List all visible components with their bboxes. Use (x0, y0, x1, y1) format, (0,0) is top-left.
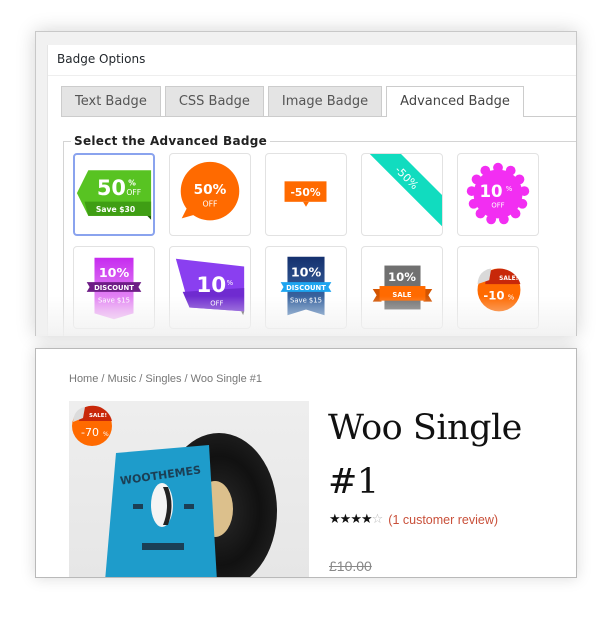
navy-discount-ribbon-badge-icon: 10% DISCOUNT Save $15 (280, 256, 332, 316)
tab-css-badge[interactable]: CSS Badge (164, 86, 264, 116)
badge-main-text: 10 (196, 273, 226, 298)
badge-unit-text: % (227, 279, 234, 287)
breadcrumb-music[interactable]: Music (108, 373, 137, 385)
badge-sub-text: OFF (126, 188, 141, 197)
breadcrumb-home[interactable]: Home (69, 373, 98, 385)
badge-main-text: 50% (194, 182, 227, 198)
badge-main-text: 10% (388, 270, 416, 284)
breadcrumb-separator: / (98, 373, 108, 385)
star-rating: ★★★★☆ (329, 512, 384, 527)
badge-sub-text: SALE (392, 291, 412, 299)
orange-sticker-badge-icon: SALE! -10 % (477, 268, 521, 312)
badge-main-text: -50% (290, 186, 320, 199)
badge-main-text: 10% (291, 264, 322, 279)
box-title: Badge Options (57, 52, 146, 66)
green-arrow-badge-icon: 50 % OFF Save $30 (76, 170, 152, 220)
badge-sub-text: OFF (202, 200, 218, 209)
tab-text-badge[interactable]: Text Badge (61, 86, 161, 116)
badge-option-purple-discount[interactable]: 10% DISCOUNT Save $15 (73, 246, 155, 329)
product-image[interactable]: WOOTHEMES SALE! -70 % (69, 401, 309, 577)
badge-option-grey-sale[interactable]: 10% SALE (361, 246, 443, 329)
badge-option-magenta-seal[interactable]: 10 % OFF (457, 153, 539, 236)
product-title: Woo Single #1 (328, 408, 522, 502)
badge-extra-text: Save $30 (96, 205, 135, 214)
tab-advanced-badge[interactable]: Advanced Badge (386, 86, 524, 117)
fieldset-legend: Select the Advanced Badge (74, 134, 268, 148)
product-rating: ★★★★☆ (1 customer review) (329, 512, 498, 527)
vinyl-record-image: WOOTHEMES SALE! -70 % (72, 405, 277, 577)
purple-discount-ribbon-badge-icon: 10% DISCOUNT Save $15 (86, 257, 142, 320)
sleeve-ornament (133, 504, 143, 509)
breadcrumb-current: Woo Single #1 (190, 373, 263, 385)
breadcrumb-singles[interactable]: Singles (145, 373, 181, 385)
magenta-seal-badge-icon: 10 % OFF (466, 162, 530, 225)
badge-option-orange-bubble[interactable]: 50% OFF (169, 153, 251, 236)
star-filled-icon: ★ (329, 512, 341, 527)
old-price: £10.00 (329, 558, 372, 574)
customer-review-link[interactable]: (1 customer review) (388, 513, 498, 527)
badge-option-orange-sticker[interactable]: SALE! -10 % (457, 246, 539, 329)
badge-unit-text: % (506, 185, 513, 193)
teal-corner-ribbon-badge-icon: -50% (369, 154, 442, 227)
breadcrumb: Home / Music / Singles / Woo Single #1 (69, 373, 262, 385)
badge-unit-text: % (128, 178, 136, 187)
badge-main-text: -10 (483, 289, 504, 303)
sleeve-banner (142, 543, 184, 550)
product-preview-panel: Home / Music / Singles / Woo Single #1 W… (35, 348, 577, 578)
badge-option-teal-corner[interactable]: -50% (361, 153, 443, 236)
star-filled-icon: ★ (360, 512, 373, 527)
badge-main-text: 10% (99, 265, 130, 280)
badge-main-text: 50 (97, 176, 126, 200)
tab-image-badge[interactable]: Image Badge (267, 86, 383, 116)
badge-option-navy-discount[interactable]: 10% DISCOUNT Save $15 (265, 246, 347, 329)
badge-type-tabs: Text Badge CSS Badge Image Badge Advance… (61, 86, 528, 117)
badge-sub-text: SALE! (499, 276, 518, 282)
badge-sub-text: DISCOUNT (286, 284, 326, 292)
badge-extra-text: Save $15 (98, 297, 130, 305)
sleeve-ornament (184, 504, 194, 509)
star-filled-icon: ★ (350, 512, 362, 527)
badge-options-panel: Badge Options Text Badge CSS Badge Image… (35, 31, 577, 336)
orange-tag-badge-icon: -50% (284, 181, 327, 207)
badge-sub-text: DISCOUNT (94, 284, 134, 292)
grey-sale-ribbon-badge-icon: 10% SALE (372, 265, 433, 310)
violet-banner-badge-icon: 10 % OFF (175, 258, 245, 316)
badge-unit-text: % (508, 294, 515, 302)
badge-option-orange-tag[interactable]: -50% (265, 153, 347, 236)
badge-option-green-arrow[interactable]: 50 % OFF Save $30 (73, 153, 155, 236)
badge-options-box: Badge Options Text Badge CSS Badge Image… (47, 45, 576, 336)
orange-bubble-badge-icon: 50% OFF (180, 161, 240, 221)
star-empty-icon: ☆ (371, 512, 384, 527)
badge-extra-text: Save $15 (290, 297, 322, 305)
badge-sub-text: OFF (210, 300, 223, 308)
badge-main-text: 10 (479, 182, 502, 201)
sale-sticker-label: SALE! (89, 413, 107, 419)
breadcrumb-separator: / (181, 373, 191, 385)
sale-sticker-value: -70 (81, 426, 99, 439)
star-filled-icon: ★ (339, 512, 352, 527)
badge-option-violet-banner[interactable]: 10 % OFF (169, 246, 251, 329)
advanced-badge-fieldset: Select the Advanced Badge 50 % OFF Save … (63, 134, 576, 336)
badge-sub-text: OFF (491, 202, 504, 210)
sale-sticker-unit: % (103, 431, 109, 438)
divider (48, 75, 576, 76)
